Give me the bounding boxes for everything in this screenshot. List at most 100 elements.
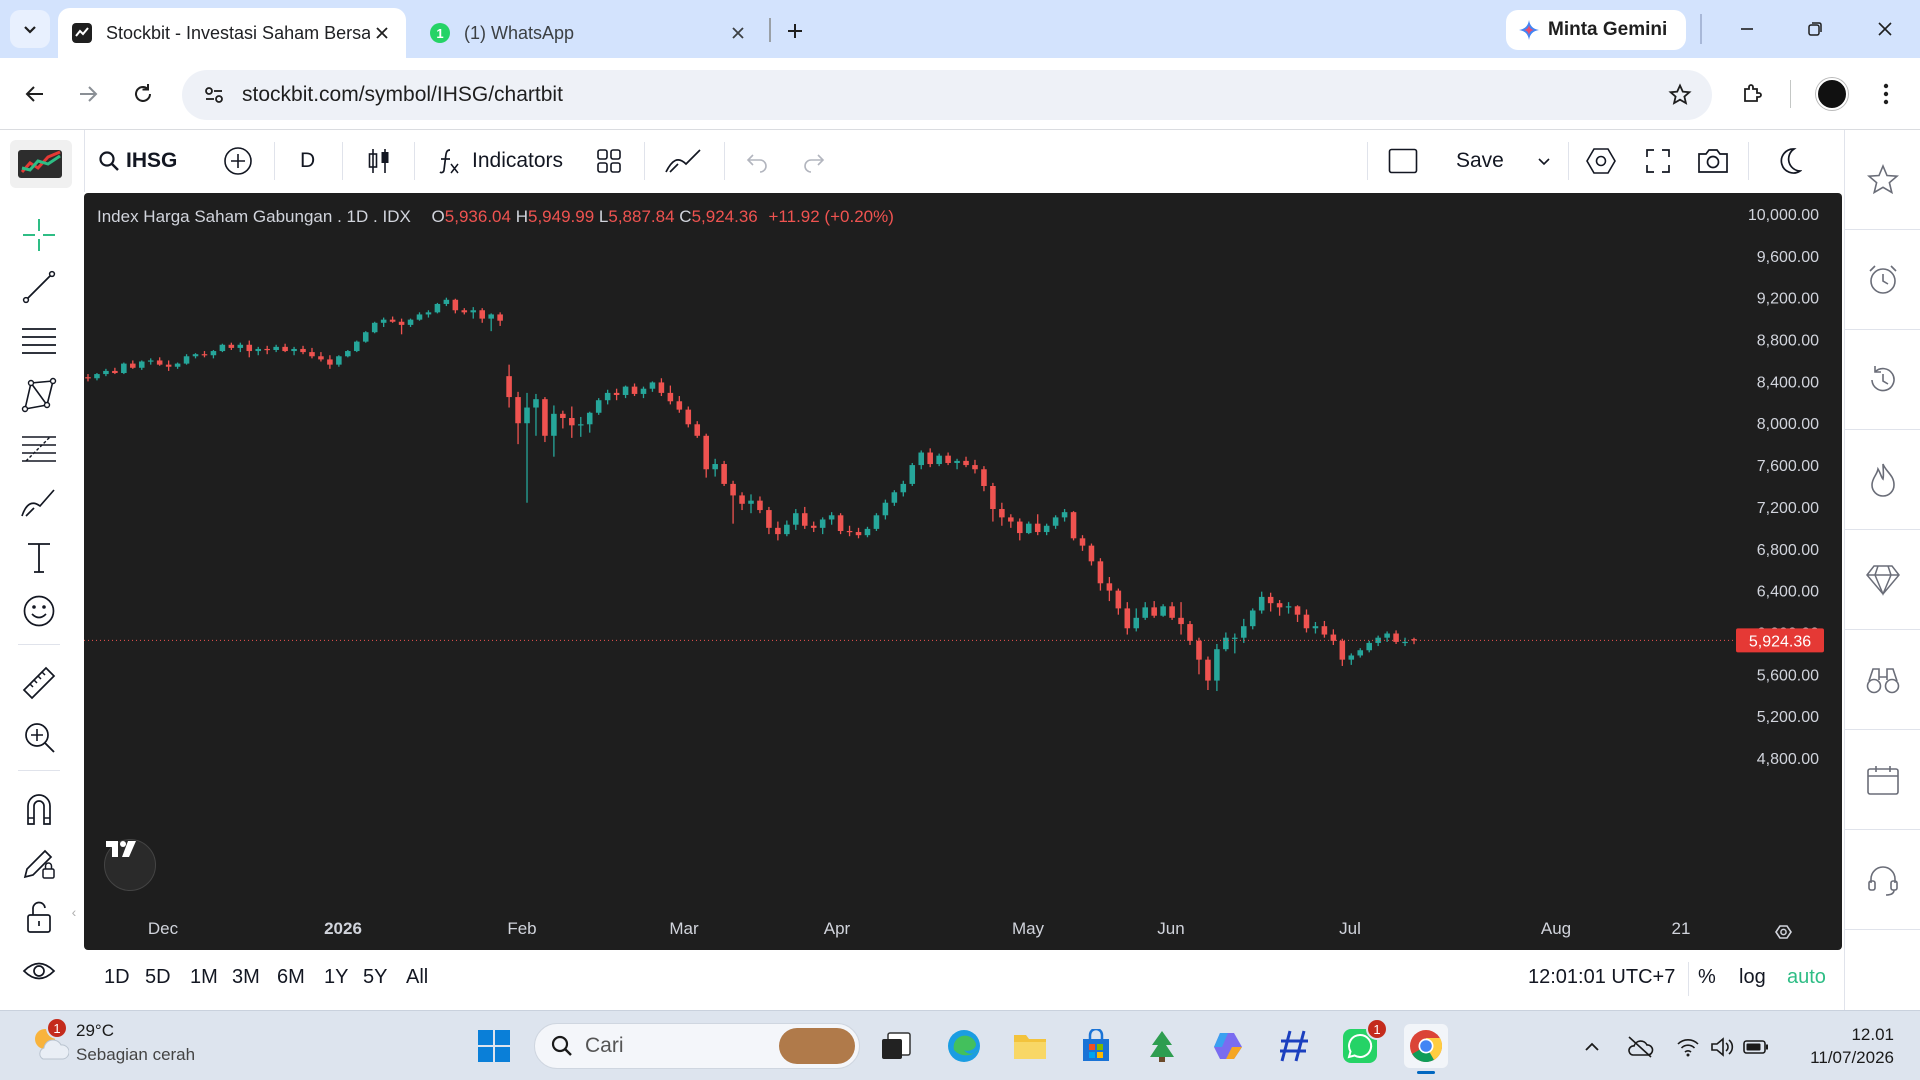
minimize-button[interactable] [1724,12,1770,46]
measure-tool[interactable] [18,662,60,704]
templates-button[interactable] [594,130,624,192]
symbol-search[interactable]: IHSG [98,130,177,192]
range-all[interactable]: All [406,966,428,989]
horizontal-lines-tool[interactable] [18,320,60,362]
site-info-icon[interactable] [196,77,232,113]
volume-tray-icon[interactable] [1708,1033,1736,1061]
price-chart[interactable]: 10,000.00 9,600.00 9,200.00 8,800.00 8,400.0… [84,193,1842,950]
axis-settings-icon[interactable] [1775,925,1792,939]
whatsapp-taskbar-icon[interactable]: 1 [1338,1018,1388,1068]
undo-button[interactable] [744,130,770,192]
save-options-button[interactable] [1532,130,1556,192]
drawing-brush-button[interactable] [664,130,704,192]
tradingview-logo[interactable] [104,839,156,891]
hide-drawings-tool[interactable] [18,950,60,992]
forward-button[interactable] [68,74,108,114]
trendline-tool[interactable] [18,266,60,308]
snapshot-button[interactable] [1696,130,1730,192]
timezone-clock[interactable]: 12:01:01 UTC+7 [1528,966,1675,989]
support-button[interactable] [1845,830,1920,930]
stockbit-logo[interactable] [10,140,72,188]
candle [1097,558,1104,591]
theme-toggle-button[interactable] [1776,130,1802,192]
show-hidden-icons-button[interactable] [1578,1033,1606,1061]
interval-button[interactable]: D [300,130,315,192]
brush-tool[interactable] [18,482,60,524]
edge-taskbar-icon[interactable] [942,1024,986,1068]
emoji-tool[interactable] [18,590,60,632]
candle-body [1348,655,1355,660]
candle [1366,640,1372,653]
wifi-tray-icon[interactable] [1674,1033,1702,1061]
tab-stockbit[interactable]: Stockbit - Investasi Saham Bersama [58,8,406,58]
calendar-button[interactable] [1845,730,1920,830]
keep-drawing-tool[interactable] [18,842,60,884]
extensions-button[interactable] [1732,74,1772,114]
indicators-button[interactable]: Indicators [436,130,563,192]
zoom-in-tool[interactable] [18,716,60,758]
collapse-toolbar-handle[interactable]: ‹ [68,892,80,932]
restore-button[interactable] [1792,12,1838,46]
chart-settings-button[interactable] [1586,130,1616,192]
range-5y[interactable]: 5Y [363,966,387,989]
close-icon[interactable] [370,21,394,45]
weather-widget[interactable]: 1 29°C Sebagian cerah [28,1017,195,1065]
taskbar-clock[interactable]: 12.01 11/07/2026 [1810,1023,1894,1069]
redo-button[interactable] [801,130,827,192]
tab-search-button[interactable] [10,10,50,48]
watchlist-button[interactable] [1845,130,1920,230]
close-icon[interactable] [726,21,750,45]
range-6m[interactable]: 6M [277,966,305,989]
task-view-button[interactable] [874,1024,918,1068]
close-window-button[interactable] [1862,12,1908,46]
tab-whatsapp[interactable]: 1 (1) WhatsApp [416,8,762,58]
percent-scale-toggle[interactable]: % [1698,966,1716,989]
text-tool[interactable] [18,536,60,578]
file-explorer-taskbar-icon[interactable] [1008,1024,1052,1068]
address-bar[interactable]: stockbit.com/symbol/IHSG/chartbit [182,70,1712,120]
alerts-button[interactable] [1845,230,1920,330]
fib-tool[interactable] [18,428,60,470]
copilot-taskbar-icon[interactable] [1206,1024,1250,1068]
back-button[interactable] [15,74,55,114]
range-1m[interactable]: 1M [190,966,218,989]
new-tab-button[interactable] [778,14,812,48]
taskbar-search[interactable]: Cari [534,1023,860,1069]
range-1y[interactable]: 1Y [324,966,348,989]
profile-avatar[interactable] [1816,78,1848,110]
lock-drawings-tool[interactable] [18,896,60,938]
store-taskbar-icon[interactable] [1074,1024,1118,1068]
chrome-taskbar-icon[interactable] [1404,1024,1448,1074]
replay-button[interactable] [1845,330,1920,430]
range-5d[interactable]: 5D [145,966,171,989]
bookmark-star-icon[interactable] [1664,79,1696,111]
gemini-button[interactable]: Minta Gemini [1506,10,1686,50]
magnet-tool[interactable] [18,788,60,830]
app-taskbar-icon[interactable] [1140,1024,1184,1068]
browser-menu-button[interactable] [1866,74,1906,114]
auto-scale-toggle[interactable]: auto [1787,966,1826,989]
premium-button[interactable] [1845,530,1920,630]
insights-button[interactable] [1845,630,1920,730]
battery-tray-icon[interactable] [1742,1033,1770,1061]
crosshair-tool[interactable] [18,214,60,256]
candle-body [345,351,351,357]
price-tick-label: 5,600.00 [1757,667,1819,684]
range-1d[interactable]: 1D [104,966,130,989]
save-button[interactable]: Save [1456,130,1504,192]
chart-type-button[interactable] [364,130,394,192]
reload-button[interactable] [123,74,163,114]
hotlist-button[interactable] [1845,430,1920,530]
url-text[interactable]: stockbit.com/symbol/IHSG/chartbit [242,83,563,107]
compare-symbol-button[interactable] [222,130,254,192]
layout-button[interactable] [1388,130,1418,192]
fullscreen-button[interactable] [1644,130,1672,192]
range-3m[interactable]: 3M [232,966,260,989]
log-scale-toggle[interactable]: log [1739,966,1766,989]
start-button[interactable] [472,1024,516,1068]
chart-canvas[interactable]: 10,000.00 9,600.00 9,200.00 8,800.00 8,400.0… [84,193,1842,950]
cloud-off-tray-icon[interactable] [1626,1033,1654,1061]
candle [1160,604,1166,617]
app-slash-taskbar-icon[interactable] [1272,1024,1316,1068]
pattern-tool[interactable] [18,374,60,416]
